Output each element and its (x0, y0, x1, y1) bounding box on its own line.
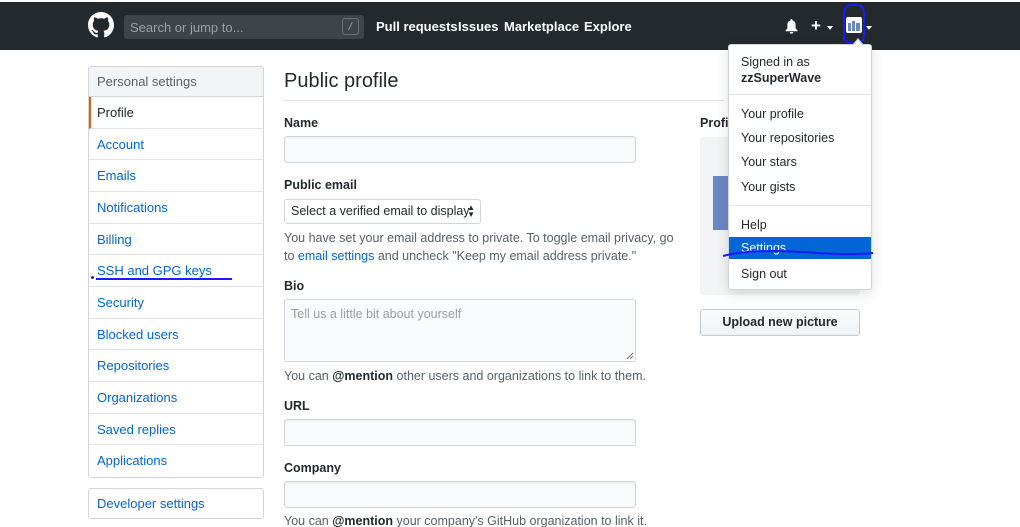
url-label: URL (284, 399, 310, 413)
sidebar-item-notifications[interactable]: Notifications (89, 192, 263, 224)
company-note-start: You can (284, 514, 329, 527)
sidebar-item-profile[interactable]: Profile (89, 97, 263, 129)
public-email-select[interactable]: Select a verified email to display ▲ ▼ (284, 199, 481, 224)
company-note-end: your company's GitHub organization to li… (396, 514, 647, 527)
bio-note-mention: @mention (332, 369, 394, 383)
bio-placeholder: Tell us a little bit about yourself (291, 307, 462, 321)
email-note-line-2: and uncheck "Keep my email address priva… (377, 249, 637, 263)
sidebar-heading: Personal settings (88, 66, 264, 96)
nav-marketplace[interactable]: Marketplace (504, 19, 579, 34)
page-title: Public profile (284, 70, 399, 92)
name-field[interactable] (284, 136, 636, 163)
sidebar-item-saved-replies[interactable]: Saved replies (89, 414, 263, 446)
email-note-to: to (284, 249, 295, 263)
search-shortcut-key: / (342, 18, 359, 35)
nav-explore[interactable]: Explore (584, 19, 632, 34)
bio-note-start: You can (284, 369, 329, 383)
nav-pull-requests[interactable]: Pull requests (376, 19, 458, 34)
dropdown-divider (729, 94, 871, 95)
bio-mention-note: You can @mention other users and organiz… (284, 367, 646, 385)
public-email-select-value: Select a verified email to display (291, 204, 470, 218)
company-note-mention: @mention (332, 514, 394, 527)
avatar-caret-icon (866, 26, 872, 30)
resize-grip-icon[interactable] (626, 352, 634, 360)
sidebar-item-developer-settings[interactable]: Developer settings (88, 488, 264, 519)
github-logo-icon[interactable] (88, 12, 114, 38)
email-settings-link[interactable]: email settings (298, 249, 374, 263)
name-label: Name (284, 116, 319, 130)
search-input[interactable] (124, 15, 364, 39)
dropdown-divider (729, 205, 871, 206)
sidebar-item-emails[interactable]: Emails (89, 160, 263, 192)
menu-item-sign-out[interactable]: Sign out (729, 263, 871, 285)
bio-label: Bio (284, 279, 305, 293)
company-label: Company (284, 461, 341, 475)
sidebar-item-billing[interactable]: Billing (89, 224, 263, 256)
sidebar-menu: Profile Account Emails Notifications Bil… (88, 96, 264, 478)
signed-in-label: Signed in as (741, 55, 810, 69)
public-email-label: Public email (284, 178, 357, 192)
menu-item-your-profile[interactable]: Your profile (729, 103, 871, 125)
global-header: / Pull requests Issues Marketplace Explo… (0, 0, 1020, 50)
email-note-line-1: You have set your email address to priva… (284, 231, 674, 245)
plus-caret-icon (827, 26, 833, 30)
company-field[interactable] (284, 481, 636, 508)
menu-item-help[interactable]: Help (729, 214, 871, 236)
menu-item-your-repositories[interactable]: Your repositories (729, 127, 871, 149)
bell-icon[interactable] (785, 19, 798, 34)
company-mention-note: You can @mention your company's GitHub o… (284, 512, 647, 527)
bio-note-end: other users and organizations to link to… (396, 369, 646, 383)
annotation-dot (91, 276, 94, 279)
sidebar-item-blocked-users[interactable]: Blocked users (89, 319, 263, 351)
annotation-scribble (722, 250, 874, 257)
sidebar-item-account[interactable]: Account (89, 129, 263, 161)
dropdown-caret-fill (853, 40, 863, 46)
plus-icon[interactable]: + (811, 16, 821, 36)
bio-textarea[interactable]: Tell us a little bit about yourself (284, 299, 636, 362)
annotation-underline (96, 278, 232, 280)
signed-in-username: zzSuperWave (741, 71, 822, 85)
select-arrows-icon: ▲ ▼ (467, 203, 475, 219)
sidebar-item-repositories[interactable]: Repositories (89, 350, 263, 382)
nav-issues[interactable]: Issues (458, 19, 498, 34)
sidebar-item-security[interactable]: Security (89, 287, 263, 319)
email-privacy-note: You have set your email address to priva… (284, 229, 674, 265)
sidebar-item-organizations[interactable]: Organizations (89, 382, 263, 414)
sidebar-item-ssh-gpg-keys[interactable]: SSH and GPG keys (89, 255, 263, 287)
sidebar-item-applications[interactable]: Applications (89, 445, 263, 477)
upload-picture-button[interactable]: Upload new picture (700, 309, 860, 336)
search-box[interactable] (124, 15, 364, 39)
url-field[interactable] (284, 419, 636, 446)
header-top-edge (0, 0, 1020, 2)
menu-item-your-stars[interactable]: Your stars (729, 151, 871, 173)
menu-item-your-gists[interactable]: Your gists (729, 176, 871, 198)
title-divider (284, 100, 724, 101)
